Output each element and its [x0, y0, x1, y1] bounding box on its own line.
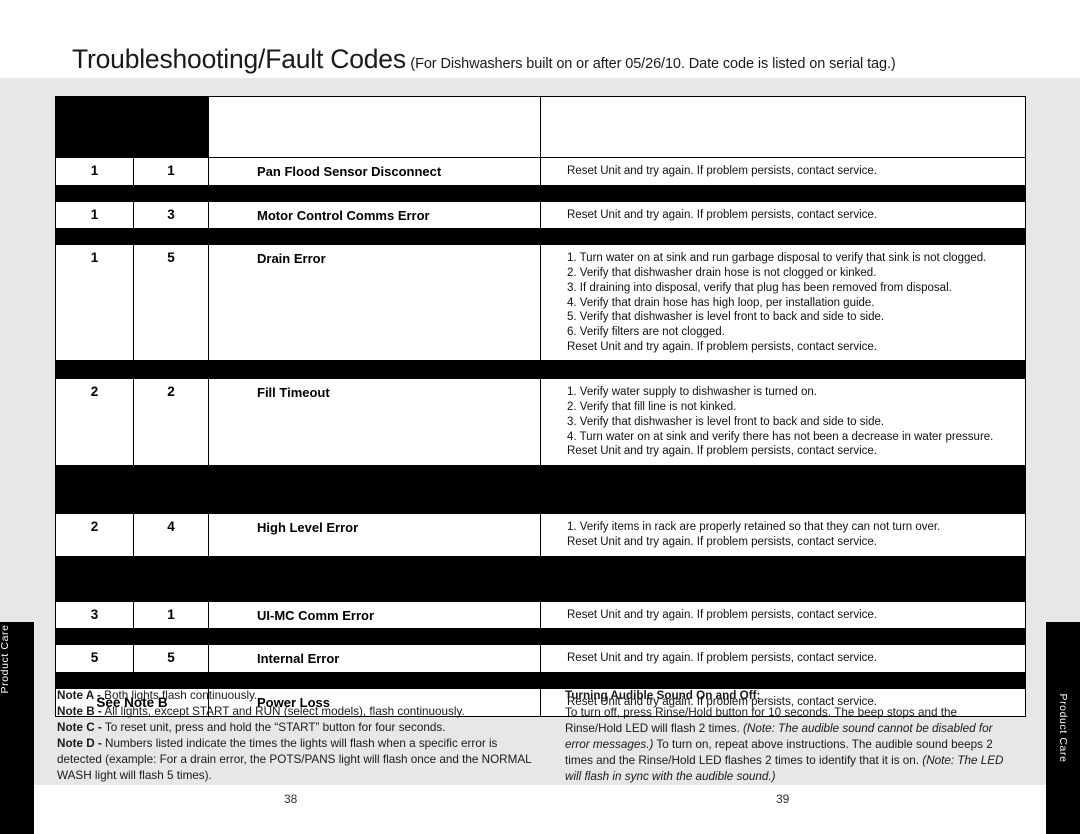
table-row: 1 1 Pan Flood Sensor Disconnect Reset Un… — [55, 157, 1026, 186]
cell-solution: Reset Unit and try again. If problem per… — [540, 600, 1026, 630]
cell-code-b: 3 — [133, 200, 209, 230]
side-tab-product-care-left: Product Care — [0, 622, 34, 834]
page-number-left: 38 — [284, 792, 298, 806]
table-row: 5 5 Internal Error Reset Unit and try ag… — [55, 644, 1026, 673]
note-d-text: Numbers listed indicate the times the li… — [57, 736, 532, 782]
cell-solution: Reset Unit and try again. If problem per… — [540, 157, 1026, 186]
cell-description: UI-MC Comm Error — [208, 600, 541, 630]
cell-solution: 1. Verify items in rack are properly ret… — [540, 513, 1026, 557]
notes-legend: Note A - Both lights flash continuously.… — [57, 688, 537, 783]
row-separator — [55, 628, 1026, 645]
row-separator — [55, 228, 1026, 245]
note-b: Note B - All lights, except START and RU… — [57, 704, 537, 720]
cell-code-a: 2 — [55, 513, 134, 557]
page-title-main: Troubleshooting/Fault Codes — [72, 44, 406, 74]
audible-sound-instructions: Turning Audible Sound On and Off: To tur… — [565, 688, 1015, 784]
header-cell-description — [208, 96, 541, 158]
cell-description: Pan Flood Sensor Disconnect — [208, 157, 541, 186]
cell-code-a: 1 — [55, 200, 134, 230]
page-title-subtitle: (For Dishwashers built on or after 05/26… — [410, 56, 896, 72]
header-cell-codes — [55, 96, 209, 158]
cell-description: Motor Control Comms Error — [208, 200, 541, 230]
header-cell-solution — [540, 96, 1026, 158]
cell-description: High Level Error — [208, 513, 541, 557]
note-d-label: Note D - — [57, 736, 102, 750]
table-header-row — [55, 96, 1026, 158]
note-d: Note D - Numbers listed indicate the tim… — [57, 736, 537, 784]
cell-solution: Reset Unit and try again. If problem per… — [540, 200, 1026, 230]
cell-description: Fill Timeout — [208, 378, 541, 467]
note-a-text: Both lights flash continuously. — [100, 689, 258, 702]
note-a-label: Note A - — [57, 689, 101, 702]
side-tab-label: Product Care — [0, 624, 11, 694]
row-separator — [55, 465, 1026, 514]
note-c: Note C - To reset unit, press and hold t… — [57, 720, 537, 736]
cell-code-a: 2 — [55, 378, 134, 467]
cell-description: Internal Error — [208, 644, 541, 673]
cell-solution: 1. Turn water on at sink and run garbage… — [540, 244, 1026, 362]
audible-sound-heading: Turning Audible Sound On and Off: — [565, 689, 761, 702]
table-row: 1 3 Motor Control Comms Error Reset Unit… — [55, 200, 1026, 230]
row-separator — [55, 360, 1026, 379]
page-title: Troubleshooting/Fault Codes (For Dishwas… — [72, 44, 1032, 75]
cell-code-b: 4 — [133, 513, 209, 557]
row-separator — [55, 672, 1026, 689]
cell-code-a: 5 — [55, 644, 134, 673]
table-row: 3 1 UI-MC Comm Error Reset Unit and try … — [55, 600, 1026, 630]
row-separator — [55, 185, 1026, 202]
fault-code-table: 1 1 Pan Flood Sensor Disconnect Reset Un… — [55, 96, 1026, 717]
cell-code-b: 1 — [133, 600, 209, 630]
note-c-label: Note C - — [57, 720, 102, 734]
cell-solution: Reset Unit and try again. If problem per… — [540, 644, 1026, 673]
note-c-text: To reset unit, press and hold the “START… — [101, 720, 446, 734]
cell-solution: 1. Verify water supply to dishwasher is … — [540, 378, 1026, 467]
row-separator — [55, 556, 1026, 601]
cell-description: Drain Error — [208, 244, 541, 362]
table-row: 1 5 Drain Error 1. Turn water on at sink… — [55, 244, 1026, 362]
table-row: 2 4 High Level Error 1. Verify items in … — [55, 513, 1026, 557]
note-b-label: Note B - — [57, 704, 102, 718]
side-tab-label: Product Care — [1057, 693, 1069, 763]
page-number-right: 39 — [776, 792, 790, 806]
cell-code-a: 3 — [55, 600, 134, 630]
cell-code-b: 2 — [133, 378, 209, 467]
side-tab-product-care-right: Product Care — [1046, 622, 1080, 834]
table-row: 2 2 Fill Timeout 1. Verify water supply … — [55, 378, 1026, 467]
note-b-text: All lights, except START and RUN (select… — [101, 704, 465, 718]
cell-code-b: 1 — [133, 157, 209, 186]
page-root: Product Care Product Care Troubleshootin… — [0, 0, 1080, 834]
cell-code-b: 5 — [133, 244, 209, 362]
cell-code-a: 1 — [55, 157, 134, 186]
cell-code-a: 1 — [55, 244, 134, 362]
note-a: Note A - Both lights flash continuously. — [57, 688, 537, 704]
cell-code-b: 5 — [133, 644, 209, 673]
